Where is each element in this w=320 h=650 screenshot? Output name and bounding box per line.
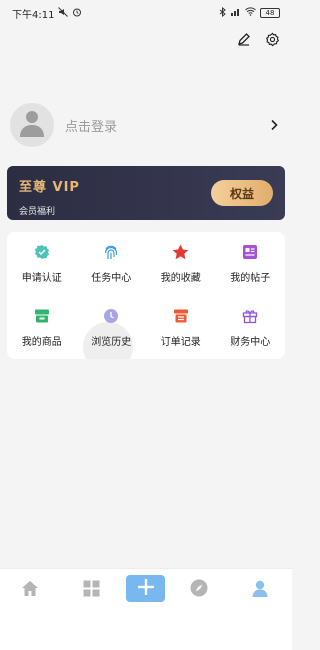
- menu-item-my-posts[interactable]: 我的帖子: [216, 232, 286, 296]
- login-prompt[interactable]: 点击登录: [65, 116, 117, 135]
- menu-item-my-favorites[interactable]: 我的收藏: [146, 232, 216, 296]
- status-right: 48: [219, 6, 280, 20]
- menu-card: 申请认证 任务中心 我的收藏 我的帖子 我的商品 浏览历史 订单记录 财务中心: [7, 232, 285, 359]
- vip-subtitle: 会员福利: [19, 207, 56, 217]
- menu-item-label: 我的商品: [21, 336, 62, 348]
- nav-discover[interactable]: [179, 575, 219, 605]
- signal-icon: [231, 7, 241, 19]
- store-icon: [33, 307, 51, 325]
- gift-icon: [241, 307, 259, 325]
- menu-item-label: 财务中心: [230, 336, 271, 348]
- battery-indicator: 48: [260, 8, 280, 18]
- menu-item-browsing-history[interactable]: 浏览历史: [77, 296, 147, 360]
- status-bar: 下午4:11 48: [0, 0, 292, 26]
- status-time: 下午4:11: [12, 9, 55, 21]
- menu-item-order-records[interactable]: 订单记录: [146, 296, 216, 360]
- menu-item-label: 任务中心: [91, 273, 132, 285]
- star-icon: [172, 243, 190, 261]
- mute-icon: [58, 6, 69, 20]
- gear-icon[interactable]: [264, 31, 280, 47]
- home-icon: [21, 580, 39, 601]
- menu-item-apply-certification[interactable]: 申请认证: [7, 232, 77, 296]
- fingerprint-icon: [102, 243, 120, 261]
- person-icon: [19, 109, 45, 141]
- plus-icon: [137, 578, 155, 600]
- pencil-icon[interactable]: [236, 31, 252, 47]
- menu-item-label: 申请认证: [21, 273, 62, 285]
- menu-item-finance-center[interactable]: 财务中心: [216, 296, 286, 360]
- vip-card[interactable]: 至尊 VIP 会员福利 权益: [7, 166, 285, 220]
- nav-home[interactable]: [10, 575, 50, 605]
- nav-publish-button[interactable]: [126, 575, 165, 602]
- menu-item-label: 我的收藏: [160, 273, 201, 285]
- profile-icon: [252, 580, 268, 601]
- menu-item-label: 订单记录: [160, 336, 201, 348]
- receipt-icon: [172, 307, 190, 325]
- menu-item-task-center[interactable]: 任务中心: [77, 232, 147, 296]
- profile-row[interactable]: 点击登录: [10, 103, 282, 147]
- menu-grid: 申请认证 任务中心 我的收藏 我的帖子 我的商品 浏览历史 订单记录 财务中心: [7, 232, 285, 359]
- avatar[interactable]: [10, 103, 54, 147]
- bottom-nav: [0, 568, 292, 650]
- header-actions: [236, 31, 280, 47]
- vip-title: 至尊 VIP: [19, 180, 80, 195]
- compass-icon: [190, 579, 208, 601]
- chevron-right-icon[interactable]: [270, 116, 278, 135]
- status-left: 下午4:11: [12, 6, 82, 21]
- clock-icon: [102, 307, 120, 325]
- alarm-icon: [72, 7, 82, 20]
- shield-check-icon: [33, 243, 51, 261]
- grid-icon: [83, 580, 100, 601]
- menu-item-label: 我的帖子: [230, 273, 271, 285]
- vip-benefits-button[interactable]: 权益: [211, 180, 273, 206]
- nav-categories[interactable]: [71, 575, 111, 605]
- nav-profile[interactable]: [240, 575, 280, 605]
- menu-item-label: 浏览历史: [91, 336, 132, 348]
- bluetooth-icon: [219, 6, 227, 20]
- post-card-icon: [241, 243, 259, 261]
- menu-item-my-products[interactable]: 我的商品: [7, 296, 77, 360]
- wifi-icon: [245, 7, 256, 19]
